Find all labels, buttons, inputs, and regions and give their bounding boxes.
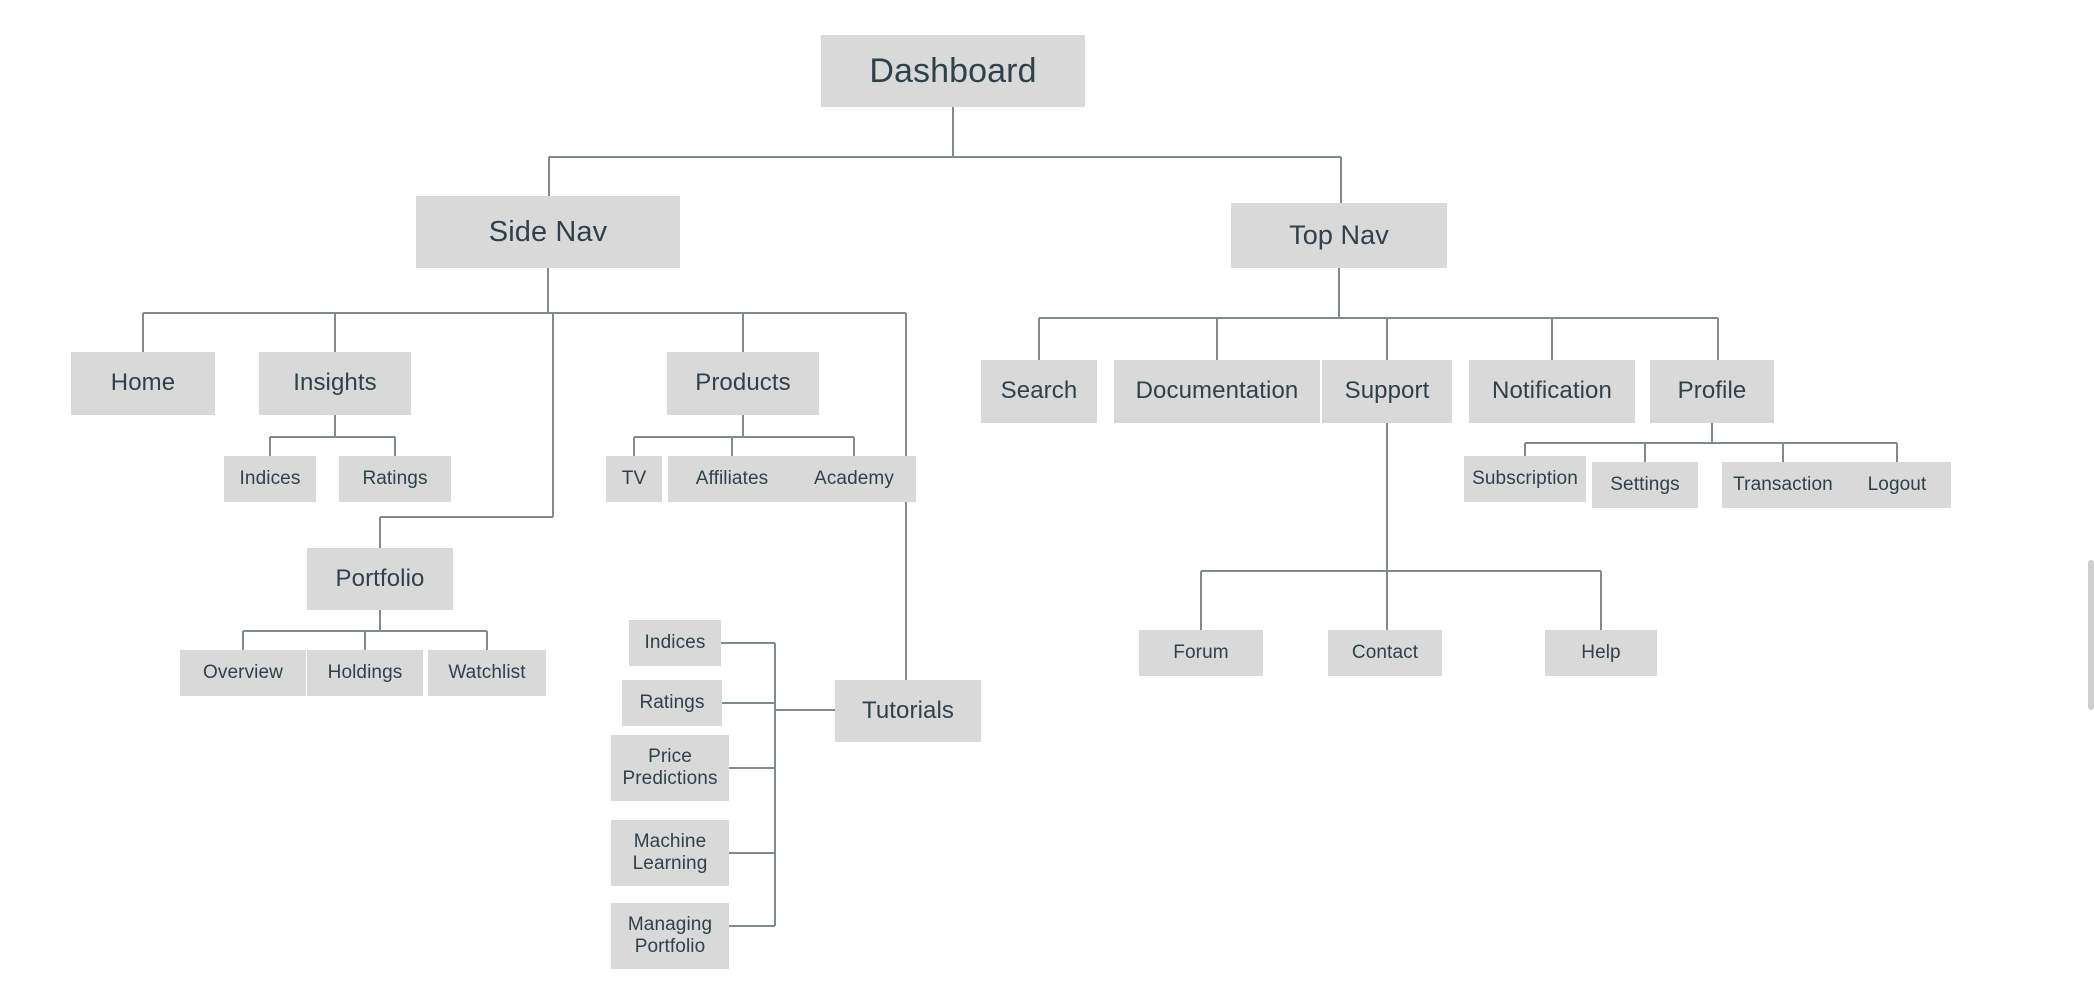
node-forum[interactable]: Forum (1139, 630, 1263, 676)
node-label: Contact (1351, 641, 1419, 663)
node-top-nav[interactable]: Top Nav (1231, 203, 1447, 268)
node-label: Overview (203, 661, 283, 683)
node-tv[interactable]: TV (606, 456, 662, 502)
node-contact[interactable]: Contact (1328, 630, 1442, 676)
sitemap-diagram: Dashboard Side Nav Top Nav Home Insights Prod… (0, 0, 2094, 1000)
node-label: Search (1000, 377, 1078, 405)
connector-portfolio-to-sub (242, 610, 488, 650)
node-t-ratings[interactable]: Ratings (622, 680, 722, 726)
node-tutorials[interactable]: Tutorials (835, 680, 981, 742)
node-t-indices[interactable]: Indices (629, 620, 721, 666)
node-portfolio[interactable]: Portfolio (307, 548, 453, 610)
connector-top-nav-to-children (1038, 268, 1719, 360)
node-label: Profile (1677, 377, 1747, 405)
connector-side-nav-to-children (142, 268, 906, 352)
node-label: Price Predictions (622, 745, 718, 789)
node-insights[interactable]: Insights (259, 352, 411, 415)
node-label: Products (695, 369, 791, 397)
node-products[interactable]: Products (667, 352, 819, 415)
node-label: Settings (1610, 473, 1680, 495)
node-label: Ratings (362, 467, 428, 489)
node-label: Indices (644, 631, 706, 653)
node-search[interactable]: Search (981, 360, 1097, 423)
node-label: Home (110, 369, 176, 397)
node-side-nav[interactable]: Side Nav (416, 196, 680, 268)
node-notification[interactable]: Notification (1469, 360, 1635, 423)
node-label: Holdings (327, 661, 403, 683)
node-label: Affiliates (695, 467, 769, 489)
node-logout[interactable]: Logout (1843, 462, 1951, 508)
node-label: Transaction (1733, 473, 1833, 495)
node-label: Help (1581, 641, 1621, 663)
node-label: Documentation (1135, 377, 1299, 405)
node-label: Tutorials (861, 696, 955, 724)
node-academy[interactable]: Academy (792, 456, 916, 502)
node-label: Machine Learning (632, 830, 708, 874)
node-label: Managing Portfolio (627, 913, 713, 957)
node-label: Notification (1492, 377, 1612, 405)
node-label: Academy (814, 467, 894, 489)
node-label: Dashboard (869, 51, 1037, 90)
node-label: Ratings (639, 691, 705, 713)
node-documentation[interactable]: Documentation (1114, 360, 1320, 423)
node-overview[interactable]: Overview (180, 650, 306, 696)
scrollbar-thumb[interactable] (2088, 560, 2094, 710)
node-label: Forum (1173, 641, 1229, 663)
node-dashboard[interactable]: Dashboard (821, 35, 1085, 107)
node-label: Indices (239, 467, 301, 489)
node-label: Support (1344, 377, 1430, 405)
node-label: Portfolio (335, 564, 425, 592)
node-watchlist[interactable]: Watchlist (428, 650, 546, 696)
node-label: Subscription (1472, 467, 1578, 489)
node-indices[interactable]: Indices (224, 456, 316, 502)
node-label: Top Nav (1289, 219, 1389, 250)
node-settings[interactable]: Settings (1592, 462, 1698, 508)
connector-side-nav-to-portfolio (379, 313, 554, 548)
node-home[interactable]: Home (71, 352, 215, 415)
node-label: Insights (293, 369, 377, 397)
connector-support-to-sub (1200, 423, 1602, 630)
node-holdings[interactable]: Holdings (307, 650, 423, 696)
node-label: Watchlist (448, 661, 526, 683)
node-support[interactable]: Support (1322, 360, 1452, 423)
node-ratings[interactable]: Ratings (339, 456, 451, 502)
node-affiliates[interactable]: Affiliates (668, 456, 796, 502)
connector-dashboard-to-side-nav (548, 107, 1342, 203)
node-label: Logout (1867, 473, 1927, 495)
node-t-price[interactable]: Price Predictions (611, 735, 729, 801)
node-subscription[interactable]: Subscription (1464, 456, 1586, 502)
connector-insights-to-sub (269, 415, 396, 456)
node-label: Side Nav (488, 215, 608, 248)
connector-products-to-sub (633, 415, 855, 456)
node-transaction[interactable]: Transaction (1722, 462, 1844, 508)
node-label: TV (621, 467, 647, 489)
node-t-ml[interactable]: Machine Learning (611, 820, 729, 886)
node-profile[interactable]: Profile (1650, 360, 1774, 423)
node-t-managing[interactable]: Managing Portfolio (611, 903, 729, 969)
node-help[interactable]: Help (1545, 630, 1657, 676)
